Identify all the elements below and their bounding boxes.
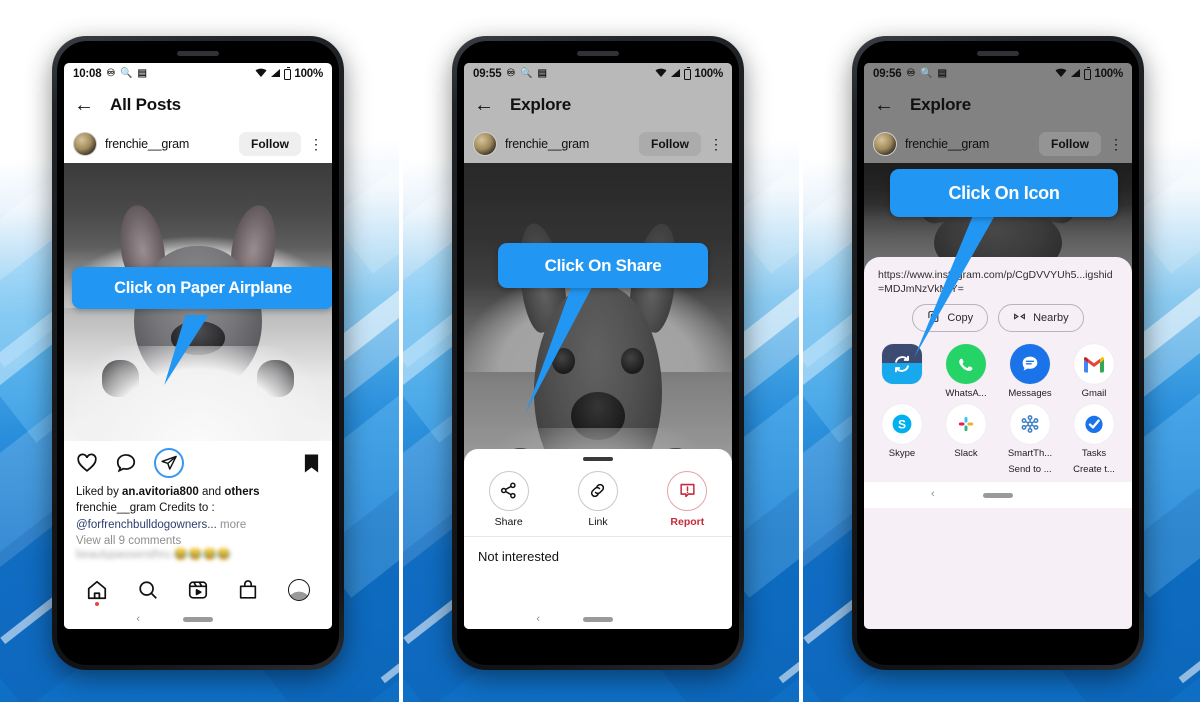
shop-icon[interactable] — [237, 579, 259, 601]
post-photo[interactable]: Click On Share — [464, 163, 732, 565]
callout-text: Click On Share — [544, 255, 662, 275]
liked-others[interactable]: others — [224, 486, 259, 498]
blurred-comment: beautypassersthru 😂😂😂😂 — [76, 548, 232, 560]
wifi-icon — [255, 68, 267, 81]
panel-divider-1 — [399, 0, 403, 702]
caption-mention[interactable]: @forfrenchbulldogowners... — [76, 519, 217, 531]
signal-icon — [270, 68, 281, 81]
kebab-menu-icon[interactable]: ⋮ — [309, 137, 323, 151]
callout-text: Click On Icon — [948, 182, 1060, 203]
liked-username[interactable]: an.avitoria800 — [122, 486, 199, 498]
follow-button[interactable]: Follow — [639, 132, 701, 156]
home-icon[interactable] — [86, 579, 108, 606]
callout-text: Click on Paper Airplane — [114, 278, 292, 297]
liked-prefix: Liked by — [76, 486, 123, 498]
system-nav-bar: ‹ — [464, 609, 732, 629]
status-time: 10:08 — [73, 68, 102, 80]
callout-bubble-3: Click On Icon — [890, 169, 1118, 217]
status-bar: 10:08 ♾ 🔍 ▤ 100% — [64, 63, 332, 85]
callout-bubble-1: Click on Paper Airplane — [72, 267, 332, 309]
caption-mention-line: @forfrenchbulldogowners... more — [76, 517, 320, 533]
back-arrow-icon[interactable]: ← — [74, 95, 94, 115]
phone-1-screen: 10:08 ♾ 🔍 ▤ 100% ← All Posts frenchie__g… — [64, 63, 332, 629]
caption-text: Credits to : — [155, 502, 215, 515]
wifi-icon — [655, 68, 667, 81]
phone-3: 09:56 ♾ 🔍 ▤ 100% ← Explore frenchie__gra… — [852, 36, 1144, 670]
signal-icon — [670, 68, 681, 81]
nav-back-icon[interactable]: ‹ — [536, 613, 540, 625]
phone-1: 10:08 ♾ 🔍 ▤ 100% ← All Posts frenchie__g… — [52, 36, 344, 670]
view-comments-link[interactable]: View all 9 comments — [64, 533, 332, 547]
page-title: All Posts — [110, 95, 181, 114]
caption-author[interactable]: frenchie__gram — [76, 502, 156, 514]
nav-home-pill[interactable] — [583, 616, 613, 622]
app-bar: ← Explore — [464, 85, 732, 125]
bottom-tab-bar — [64, 571, 332, 609]
app-bar: ← All Posts — [64, 85, 332, 125]
liked-by-line: Liked by an.avitoria800 and others — [76, 484, 320, 500]
post-action-bar — [64, 441, 332, 482]
paper-airplane-icon[interactable] — [160, 454, 178, 472]
liked-mid: and — [198, 486, 225, 498]
search-icon[interactable] — [137, 579, 159, 601]
earpiece-speaker — [177, 51, 219, 56]
earpiece-speaker — [577, 51, 619, 56]
post-caption: Liked by an.avitoria800 and others frenc… — [64, 482, 332, 533]
caption-line: frenchie__gram Credits to : — [76, 500, 320, 516]
comment-icon[interactable] — [115, 452, 137, 474]
notification-dot — [95, 602, 100, 606]
snapchat-icon: ♾ — [106, 68, 116, 79]
status-time: 09:55 — [473, 68, 502, 80]
profile-icon[interactable] — [287, 579, 310, 601]
search-icon: 🔍 — [120, 68, 133, 79]
battery-percent: 100% — [294, 68, 323, 80]
phone-2-screen: 09:55 ♾ 🔍 ▤ 100% ← Explore frenchie__gra… — [464, 63, 732, 629]
phone-3-screen: 09:56 ♾ 🔍 ▤ 100% ← Explore frenchie__gra… — [864, 63, 1132, 629]
post-header: frenchie__gram Follow ⋮ — [464, 125, 732, 163]
phone-2: 09:55 ♾ 🔍 ▤ 100% ← Explore frenchie__gra… — [452, 36, 744, 670]
callout-bubble-2: Click On Share — [498, 243, 708, 288]
avatar[interactable] — [473, 132, 497, 156]
nav-home-pill[interactable] — [183, 616, 213, 622]
message-icon: ▤ — [537, 68, 547, 79]
send-highlight-ring[interactable] — [154, 448, 184, 478]
search-icon: 🔍 — [520, 68, 533, 79]
username[interactable]: frenchie__gram — [105, 137, 189, 151]
nav-back-icon[interactable]: ‹ — [136, 613, 140, 625]
battery-percent: 100% — [694, 68, 723, 80]
post-header: frenchie__gram Follow ⋮ — [64, 125, 332, 163]
caption-more[interactable]: more — [217, 519, 246, 531]
snapchat-icon: ♾ — [506, 68, 516, 79]
battery-icon — [284, 66, 292, 80]
avatar[interactable] — [73, 132, 97, 156]
status-bar: 09:55 ♾ 🔍 ▤ 100% — [464, 63, 732, 85]
username[interactable]: frenchie__gram — [505, 137, 589, 151]
heart-icon[interactable] — [76, 452, 98, 474]
earpiece-speaker — [977, 51, 1019, 56]
back-arrow-icon[interactable]: ← — [474, 95, 494, 115]
screenshot-stage: 10:08 ♾ 🔍 ▤ 100% ← All Posts frenchie__g… — [0, 0, 1200, 702]
page-title: Explore — [510, 95, 571, 114]
battery-icon — [684, 66, 692, 80]
follow-button[interactable]: Follow — [239, 132, 301, 156]
post-photo[interactable]: Click on Paper Airplane — [64, 163, 332, 441]
bookmark-icon[interactable] — [303, 453, 320, 474]
callout-pointer — [525, 285, 594, 413]
reels-icon[interactable] — [187, 579, 209, 601]
message-icon: ▤ — [137, 68, 147, 79]
callout-pointer — [914, 208, 999, 358]
kebab-menu-icon[interactable]: ⋮ — [709, 137, 723, 151]
panel-divider-2 — [799, 0, 803, 702]
system-nav-bar: ‹ — [64, 609, 332, 629]
